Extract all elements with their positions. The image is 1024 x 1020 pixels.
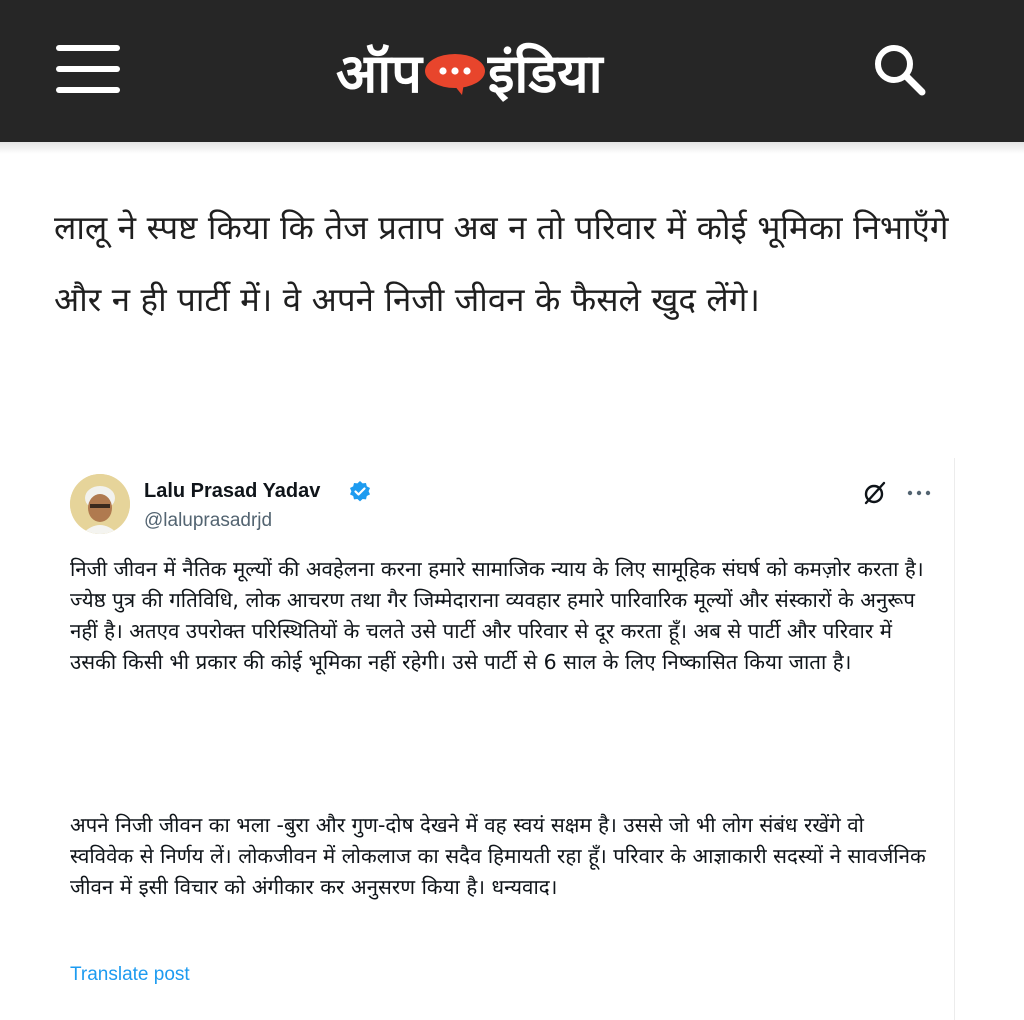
tweet-text-paragraph-2: अपने निजी जीवन का भला -बुरा और गुण-दोष द… xyxy=(70,813,926,899)
site-logo[interactable]: ऑप इंडिया xyxy=(336,34,696,114)
avatar[interactable] xyxy=(70,474,130,534)
top-navigation-bar: ऑप इंडिया xyxy=(0,0,1024,142)
search-icon[interactable] xyxy=(870,40,930,100)
speech-bubble-icon xyxy=(424,52,486,96)
embedded-tweet[interactable]: Lalu Prasad Yadav @laluprasadrjd निजी जी… xyxy=(50,458,955,1020)
logo-text-right: इंडिया xyxy=(487,42,603,105)
tweet-author-handle[interactable]: @laluprasadrjd xyxy=(144,510,272,532)
logo-text-left: ऑप xyxy=(336,42,422,105)
header-shadow xyxy=(0,142,1024,154)
translate-post-link[interactable]: Translate post xyxy=(70,964,190,986)
hamburger-menu-icon[interactable] xyxy=(56,45,120,93)
more-options-icon[interactable] xyxy=(906,480,932,506)
grok-icon[interactable] xyxy=(862,480,888,506)
tweet-text-paragraph-1: निजी जीवन में नैतिक मूल्यों की अवहेलना क… xyxy=(70,557,924,674)
verified-badge-icon xyxy=(348,480,372,504)
article-paragraph: लालू ने स्पष्ट किया कि तेज प्रताप अब न त… xyxy=(54,208,949,319)
tweet-author-name[interactable]: Lalu Prasad Yadav xyxy=(144,480,320,503)
